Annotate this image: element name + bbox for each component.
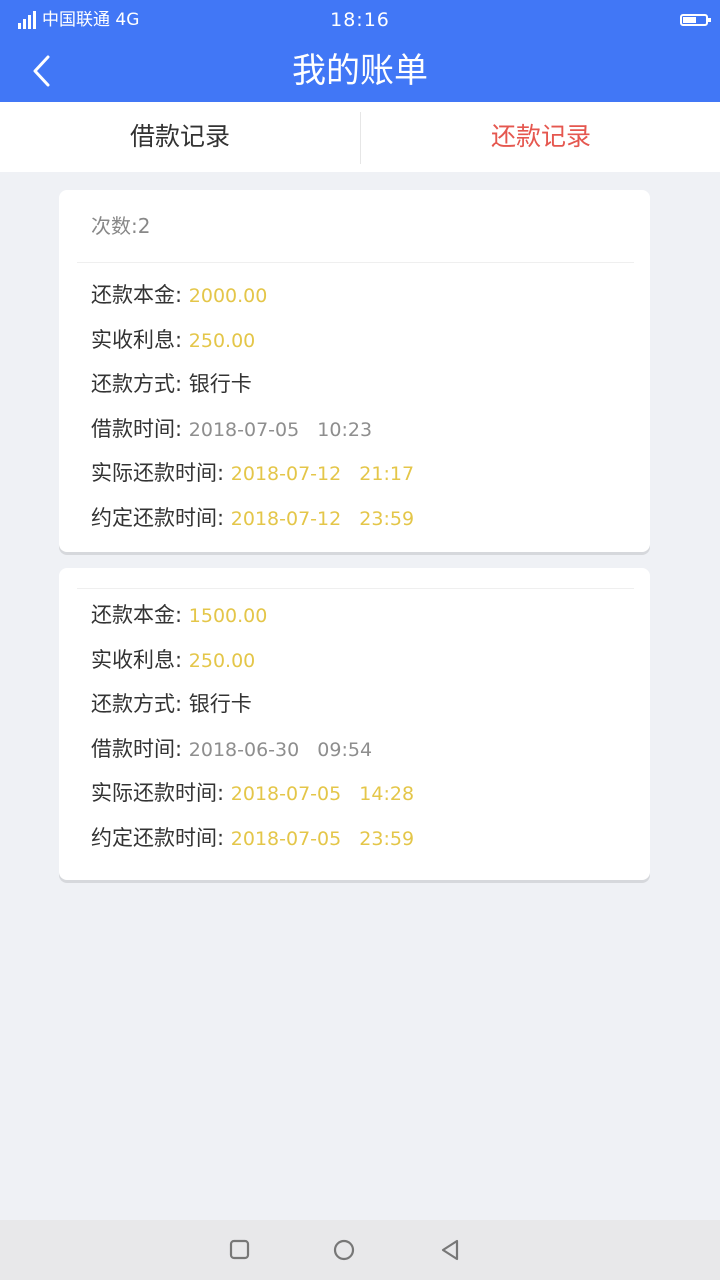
chevron-left-icon [33,55,50,87]
count-label: 次数:2 [91,214,151,238]
row-label: 约定还款时间: [91,505,225,530]
row-interest: 实收利息: 250.00 [91,638,650,683]
battery-level [683,17,697,23]
row-value: 银行卡 [188,692,252,717]
repayment-card: 次数:2 还款本金: 2000.00 实收利息: 250.00 还款方式: 银行… [59,190,650,552]
tab-repay-records[interactable]: 还款记录 [361,102,720,172]
battery-icon [680,14,711,26]
tab-borrow-records[interactable]: 借款记录 [0,102,360,172]
repayment-card: 还款本金: 1500.00 实收利息: 250.00 还款方式: 银行卡 借款时… [59,568,650,880]
back-button[interactable] [28,52,60,90]
row-label: 借款时间: [91,416,183,441]
row-label: 实际还款时间: [91,461,225,486]
row-label: 实际还款时间: [91,781,225,806]
system-nav-bar [0,1220,720,1280]
row-label: 还款方式: [91,692,183,717]
square-icon [229,1239,250,1260]
row-value: 银行卡 [188,372,252,397]
row-label: 借款时间: [91,736,183,761]
row-due-time: 约定还款时间: 2018-07-12 23:59 [91,496,650,541]
row-principal: 还款本金: 1500.00 [91,593,650,638]
row-value: 250.00 [188,649,256,672]
tab-bar: 借款记录 还款记录 [0,102,720,172]
row-value: 2018-07-05 10:23 [188,418,373,441]
recents-button[interactable] [226,1236,254,1264]
row-label: 还款本金: [91,603,183,627]
row-value: 250.00 [188,329,256,352]
row-borrow-time: 借款时间: 2018-06-30 09:54 [91,727,650,772]
page-title: 我的账单 [292,51,428,91]
row-label: 还款方式: [91,372,183,397]
card-rows: 还款本金: 1500.00 实收利息: 250.00 还款方式: 银行卡 借款时… [59,589,650,861]
card-rows: 还款本金: 2000.00 实收利息: 250.00 还款方式: 银行卡 借款时… [59,263,650,541]
row-principal: 还款本金: 2000.00 [91,273,650,318]
home-button[interactable] [330,1236,358,1264]
row-value: 2018-07-05 23:59 [230,827,415,850]
row-actual-repay-time: 实际还款时间: 2018-07-05 14:28 [91,771,650,816]
row-label: 约定还款时间: [91,825,225,850]
status-bar: 中国联通 4G 18:16 [0,0,720,40]
row-interest: 实收利息: 250.00 [91,318,650,363]
row-value: 2018-07-12 23:59 [230,507,415,530]
status-time: 18:16 [330,9,390,31]
row-label: 实收利息: [91,327,183,352]
system-back-button[interactable] [436,1236,464,1264]
triangle-left-icon [441,1239,459,1261]
row-value: 2018-06-30 09:54 [188,738,373,761]
row-value: 2018-07-05 14:28 [230,783,415,806]
row-method: 还款方式: 银行卡 [91,682,650,727]
row-value: 2000.00 [188,285,268,307]
row-borrow-time: 借款时间: 2018-07-05 10:23 [91,407,650,452]
row-value: 1500.00 [188,605,268,627]
row-label: 实收利息: [91,647,183,672]
row-method: 还款方式: 银行卡 [91,362,650,407]
row-label: 还款本金: [91,283,183,307]
nav-bar: 我的账单 [0,40,720,102]
circle-icon [333,1239,355,1261]
row-due-time: 约定还款时间: 2018-07-05 23:59 [91,816,650,861]
row-actual-repay-time: 实际还款时间: 2018-07-12 21:17 [91,451,650,496]
row-value: 2018-07-12 21:17 [230,463,415,486]
